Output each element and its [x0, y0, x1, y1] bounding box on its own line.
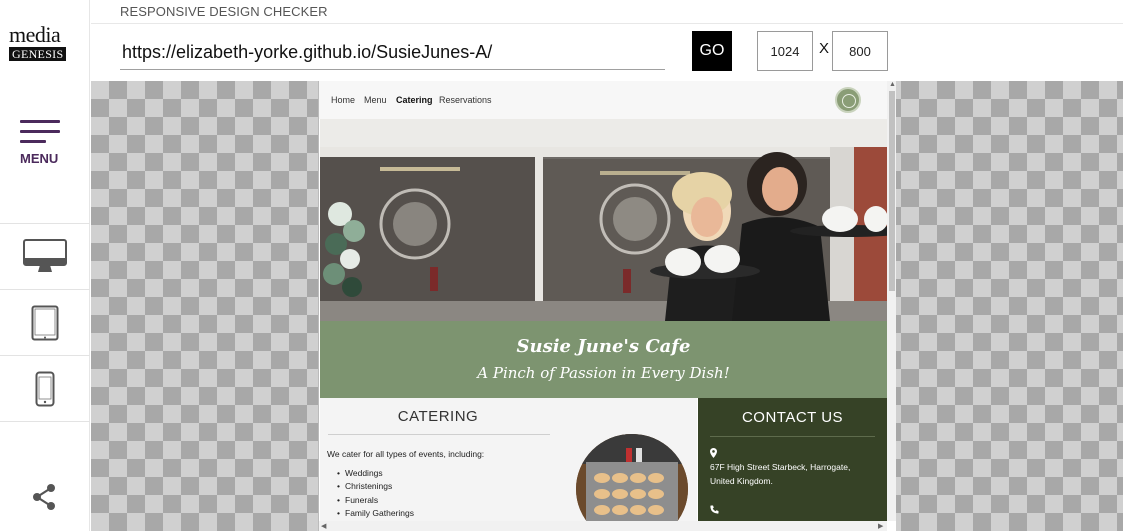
go-button[interactable]: GO — [692, 31, 732, 71]
height-input[interactable] — [832, 31, 888, 71]
catering-intro: We cater for all types of events, includ… — [327, 449, 485, 459]
phone-icon — [35, 371, 55, 407]
scroll-left-icon[interactable]: ◀ — [321, 522, 326, 530]
top-toolbar: RESPONSIVE DESIGN CHECKER GO X — [91, 0, 1123, 80]
url-input[interactable] — [120, 36, 665, 70]
cafe-logo-icon[interactable] — [835, 87, 861, 113]
banner-title: Susie June's Cafe — [516, 336, 691, 357]
nav-home[interactable]: Home — [331, 95, 355, 105]
list-item: Funerals — [337, 495, 414, 508]
logo-text-bottom: GENESIS — [9, 47, 67, 61]
banner-subtitle: A Pinch of Passion in Every Dish! — [477, 364, 730, 382]
horizontal-scrollbar[interactable]: ◀ ▶ — [319, 521, 887, 531]
media-genesis-logo[interactable]: media GENESIS — [9, 22, 75, 63]
desktop-icon — [23, 239, 67, 272]
tablet-icon — [31, 305, 59, 341]
toolbar-divider — [91, 23, 1123, 24]
map-pin-icon — [710, 448, 717, 458]
tablet-view-button[interactable] — [0, 290, 90, 356]
scrollbar-thumb[interactable] — [889, 91, 895, 291]
cafe-banner: Susie June's Cafe A Pinch of Passion in … — [320, 321, 887, 398]
catering-divider — [328, 434, 550, 435]
catering-heading: CATERING — [397, 408, 479, 425]
menu-button[interactable]: MENU — [0, 110, 90, 180]
menu-label: MENU — [20, 151, 59, 166]
nav-menu[interactable]: Menu — [364, 95, 387, 105]
responsive-checker-app: media GENESIS MENU RESPONSIVE DESIGN CHE… — [0, 0, 1123, 531]
phone-view-button[interactable] — [0, 356, 90, 422]
list-item: Weddings — [337, 468, 414, 481]
scroll-right-icon[interactable]: ▶ — [878, 522, 883, 530]
logo-text-top: media — [9, 22, 61, 47]
catering-section: CATERING We cater for all types of event… — [320, 398, 697, 531]
cafe-storefront-photo — [320, 119, 887, 321]
preview-frame[interactable]: Home Menu Catering Reservations Susie Ju… — [318, 81, 896, 531]
scroll-up-icon[interactable]: ▲ — [889, 81, 896, 88]
list-item: Christenings — [337, 481, 414, 494]
contact-section: CONTACT US 67F High Street Starbeck, Har… — [698, 398, 887, 531]
event-list: Weddings Christenings Funerals Family Ga… — [337, 468, 414, 521]
desktop-view-button[interactable] — [0, 224, 90, 290]
hamburger-icon — [20, 120, 60, 150]
app-title: RESPONSIVE DESIGN CHECKER — [120, 4, 328, 19]
address-line-2: United Kingdom. — [710, 476, 773, 486]
dimension-separator: X — [819, 40, 830, 57]
contact-heading: CONTACT US — [741, 409, 844, 426]
food-tray-photo — [576, 434, 688, 531]
vertical-scrollbar[interactable]: ▲ — [887, 81, 896, 521]
site-navbar: Home Menu Catering Reservations — [319, 81, 887, 119]
contact-divider — [710, 436, 875, 437]
contact-address: 67F High Street Starbeck, Harrogate, Uni… — [710, 460, 880, 488]
address-line-1: 67F High Street Starbeck, Harrogate, — [710, 462, 851, 472]
hero-photo — [320, 119, 887, 321]
phone-icon — [710, 505, 719, 514]
catering-food-photo — [576, 434, 688, 531]
list-item: Family Gatherings — [337, 508, 414, 521]
nav-reservations[interactable]: Reservations — [439, 95, 492, 105]
width-input[interactable] — [757, 31, 813, 71]
share-icon — [33, 484, 55, 510]
nav-catering[interactable]: Catering — [396, 95, 433, 105]
share-button[interactable] — [30, 482, 60, 512]
sidebar: media GENESIS MENU — [0, 0, 90, 531]
sidebar-divider — [0, 421, 90, 422]
